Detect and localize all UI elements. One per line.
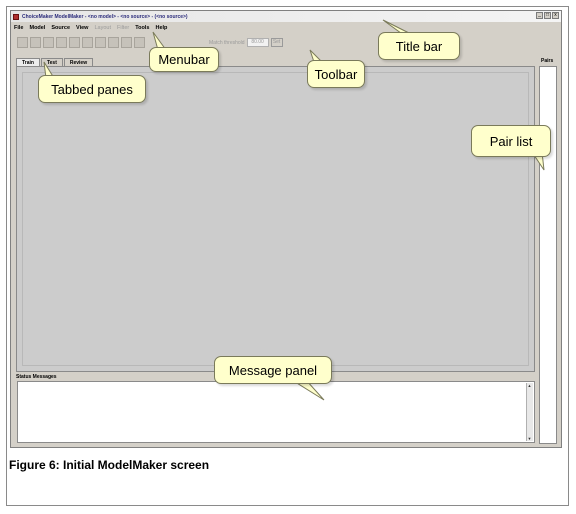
pair-list[interactable] <box>539 66 557 444</box>
title-bar-callout-text: Title bar <box>395 38 443 54</box>
message-panel-callout: Message panel <box>214 356 332 384</box>
menubar: File Model Source View Layout Filter Too… <box>11 23 561 33</box>
status-messages-label: Status Messages <box>16 374 57 380</box>
toolbar-button-2[interactable] <box>30 37 41 48</box>
menu-view[interactable]: View <box>76 25 88 31</box>
scroll-up-icon[interactable]: ▲ <box>527 383 532 388</box>
toolbar-callout-text: Toolbar <box>314 66 358 82</box>
match-threshold-input[interactable]: 80.00 <box>246 38 269 47</box>
window-controls: _ □ x <box>536 12 559 19</box>
main-pane-content <box>22 72 529 366</box>
pair-list-callout-text: Pair list <box>489 133 533 149</box>
scroll-down-icon[interactable]: ▼ <box>527 436 532 441</box>
toolbar-button-5[interactable] <box>69 37 80 48</box>
menubar-callout: Menubar <box>149 47 219 72</box>
main-pane <box>16 66 535 372</box>
match-threshold-label: Match threshold <box>209 39 245 46</box>
menu-filter[interactable]: Filter <box>117 25 129 31</box>
close-button[interactable]: x <box>552 12 559 19</box>
menu-model[interactable]: Model <box>29 25 45 31</box>
tabbed-panes-callout-text: Tabbed panes <box>51 81 133 97</box>
menu-source[interactable]: Source <box>51 25 70 31</box>
toolbar-button-6[interactable] <box>82 37 93 48</box>
tab-train[interactable]: Train <box>16 58 40 66</box>
toolbar-button-4[interactable] <box>56 37 67 48</box>
menubar-callout-text: Menubar <box>158 52 210 67</box>
toolbar-button-3[interactable] <box>43 37 54 48</box>
menu-layout[interactable]: Layout <box>94 25 111 31</box>
tab-review[interactable]: Review <box>63 58 94 66</box>
toolbar-button-8[interactable] <box>108 37 119 48</box>
menu-file[interactable]: File <box>14 25 23 31</box>
title-bar: ChoiceMaker ModelMaker - <no model> - <n… <box>11 11 561 22</box>
pair-list-callout: Pair list <box>471 125 551 157</box>
pairs-header: Pairs <box>541 58 554 64</box>
toolbar-button-7[interactable] <box>95 37 106 48</box>
menu-tools[interactable]: Tools <box>135 25 149 31</box>
app-icon <box>13 13 19 20</box>
status-scrollbar[interactable]: ▲ ▼ <box>526 383 533 441</box>
window-title: ChoiceMaker ModelMaker - <no model> - <n… <box>22 13 188 20</box>
minimize-button[interactable]: _ <box>536 12 543 19</box>
toolbar-button-10[interactable] <box>134 37 145 48</box>
status-messages-panel[interactable]: ▲ ▼ <box>17 381 535 443</box>
title-bar-callout: Title bar <box>378 32 460 60</box>
tabbed-panes-callout: Tabbed panes <box>38 75 146 103</box>
toolbar: Match threshold 80.00 Set <box>11 34 561 51</box>
figure-caption: Figure 6: Initial ModelMaker screen <box>9 458 210 472</box>
set-threshold-button[interactable]: Set <box>270 38 283 47</box>
maximize-button[interactable]: □ <box>544 12 551 19</box>
message-panel-callout-text: Message panel <box>228 362 318 378</box>
toolbar-callout: Toolbar <box>307 60 365 88</box>
toolbar-button-1[interactable] <box>17 37 28 48</box>
toolbar-button-9[interactable] <box>121 37 132 48</box>
